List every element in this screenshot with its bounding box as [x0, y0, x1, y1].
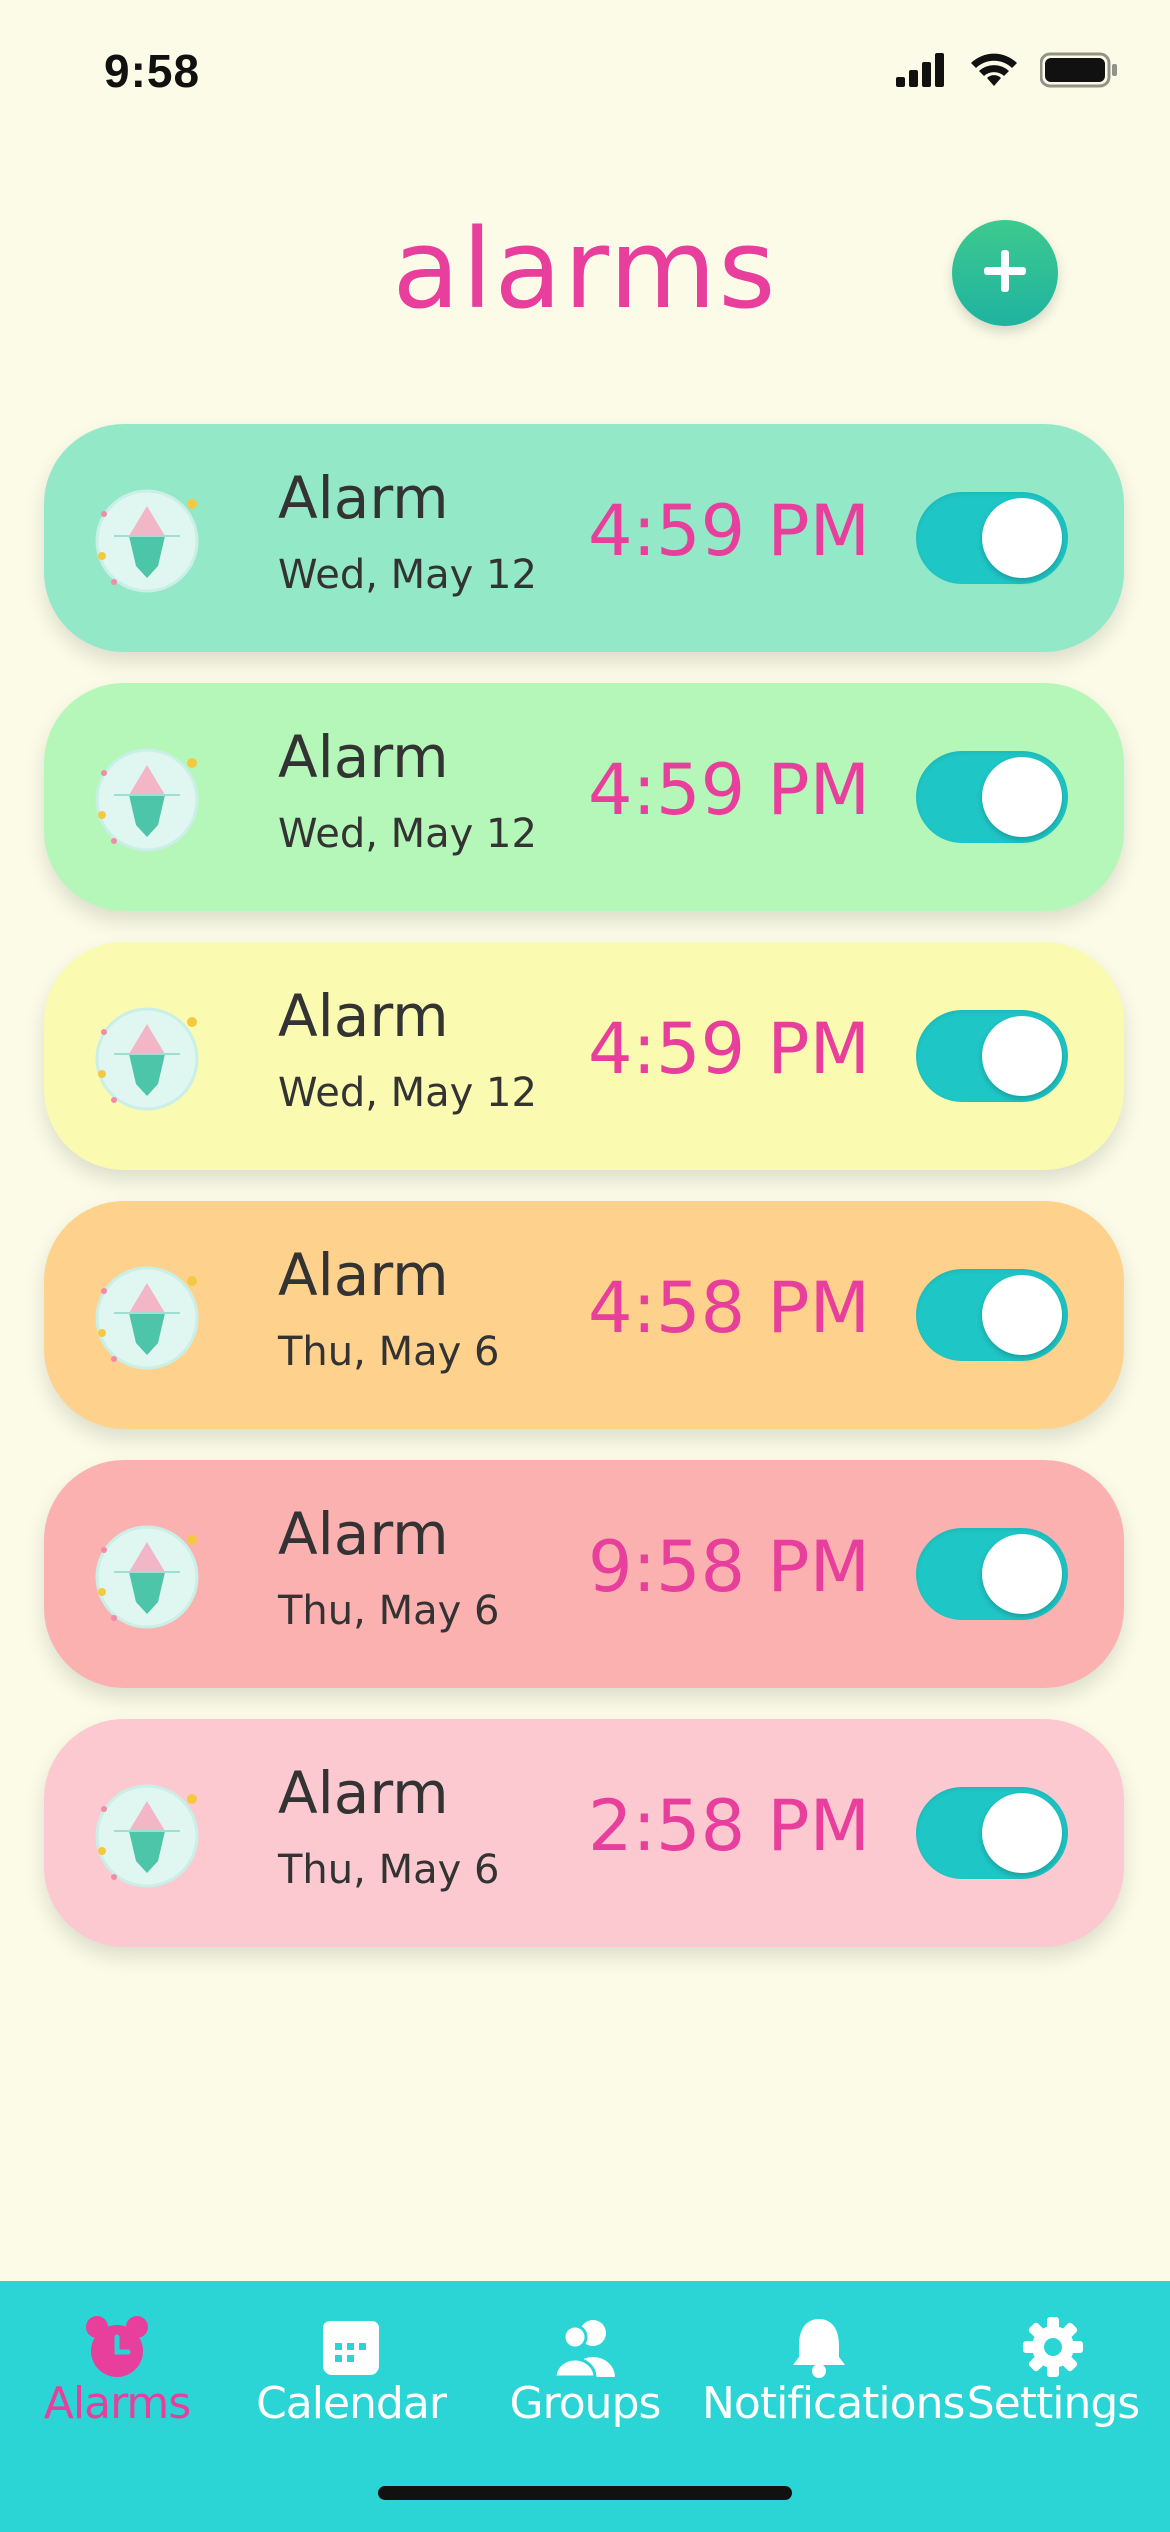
- alarm-clock-icon: [81, 2315, 153, 2379]
- iceberg-icon: [92, 1781, 202, 1891]
- alarm-label: Alarm: [278, 982, 449, 1050]
- tab-alarms[interactable]: Alarms: [0, 2281, 234, 2532]
- tab-label: Settings: [966, 2378, 1140, 2429]
- alarm-date: Thu, May 6: [278, 1329, 500, 1375]
- alarm-toggle[interactable]: [916, 1528, 1068, 1620]
- alarm-date: Wed, May 12: [278, 811, 537, 857]
- calendar-icon: [315, 2315, 387, 2379]
- alarm-date: Wed, May 12: [278, 552, 537, 598]
- alarm-card[interactable]: Alarm Thu, May 6 4:58 PM: [44, 1201, 1124, 1429]
- add-alarm-button[interactable]: [952, 220, 1058, 326]
- alarm-time: 4:58 PM: [587, 1267, 870, 1349]
- status-time: 9:58: [104, 45, 201, 97]
- toggle-knob: [982, 1534, 1062, 1614]
- battery-icon: [1039, 52, 1118, 92]
- tab-label: Groups: [509, 2378, 662, 2429]
- tab-label: Calendar: [256, 2378, 447, 2429]
- toggle-knob: [982, 1275, 1062, 1355]
- alarm-list: Alarm Wed, May 12 4:59 PM Alarm Wed, May…: [44, 424, 1124, 1978]
- alarm-card[interactable]: Alarm Thu, May 6 2:58 PM: [44, 1719, 1124, 1947]
- gear-icon: [1017, 2315, 1089, 2379]
- alarm-toggle[interactable]: [916, 492, 1068, 584]
- alarm-date: Thu, May 6: [278, 1847, 500, 1893]
- iceberg-icon: [92, 745, 202, 855]
- tab-label: Notifications: [702, 2378, 965, 2429]
- bell-icon: [783, 2315, 855, 2379]
- tab-label: Alarms: [43, 2378, 191, 2429]
- alarm-label: Alarm: [278, 1241, 449, 1309]
- alarm-time: 4:59 PM: [587, 1008, 870, 1090]
- plus-icon: [980, 246, 1030, 300]
- alarm-card[interactable]: Alarm Thu, May 6 9:58 PM: [44, 1460, 1124, 1688]
- alarm-label: Alarm: [278, 1759, 449, 1827]
- wifi-icon: [970, 52, 1018, 92]
- status-icons: [896, 52, 1118, 92]
- tab-settings[interactable]: Settings: [936, 2281, 1170, 2532]
- toggle-knob: [982, 757, 1062, 837]
- alarm-time: 9:58 PM: [587, 1526, 870, 1608]
- alarm-date: Thu, May 6: [278, 1588, 500, 1634]
- iceberg-icon: [92, 1004, 202, 1114]
- toggle-knob: [982, 498, 1062, 578]
- alarm-card[interactable]: Alarm Wed, May 12 4:59 PM: [44, 942, 1124, 1170]
- alarm-toggle[interactable]: [916, 1269, 1068, 1361]
- alarm-card[interactable]: Alarm Wed, May 12 4:59 PM: [44, 424, 1124, 652]
- alarm-toggle[interactable]: [916, 751, 1068, 843]
- alarm-toggle[interactable]: [916, 1010, 1068, 1102]
- groups-icon: [549, 2315, 621, 2379]
- iceberg-icon: [92, 1263, 202, 1373]
- home-indicator: [378, 2486, 792, 2500]
- toggle-knob: [982, 1016, 1062, 1096]
- alarm-label: Alarm: [278, 464, 449, 532]
- alarm-toggle[interactable]: [916, 1787, 1068, 1879]
- alarm-label: Alarm: [278, 1500, 449, 1568]
- iceberg-icon: [92, 486, 202, 596]
- iceberg-icon: [92, 1522, 202, 1632]
- alarm-card[interactable]: Alarm Wed, May 12 4:59 PM: [44, 683, 1124, 911]
- alarm-label: Alarm: [278, 723, 449, 791]
- cellular-signal-icon: [896, 53, 948, 91]
- alarm-time: 4:59 PM: [587, 490, 870, 572]
- alarm-date: Wed, May 12: [278, 1070, 537, 1116]
- alarm-time: 4:59 PM: [587, 749, 870, 831]
- alarm-time: 2:58 PM: [587, 1785, 870, 1867]
- status-bar: 9:58: [0, 0, 1170, 140]
- toggle-knob: [982, 1793, 1062, 1873]
